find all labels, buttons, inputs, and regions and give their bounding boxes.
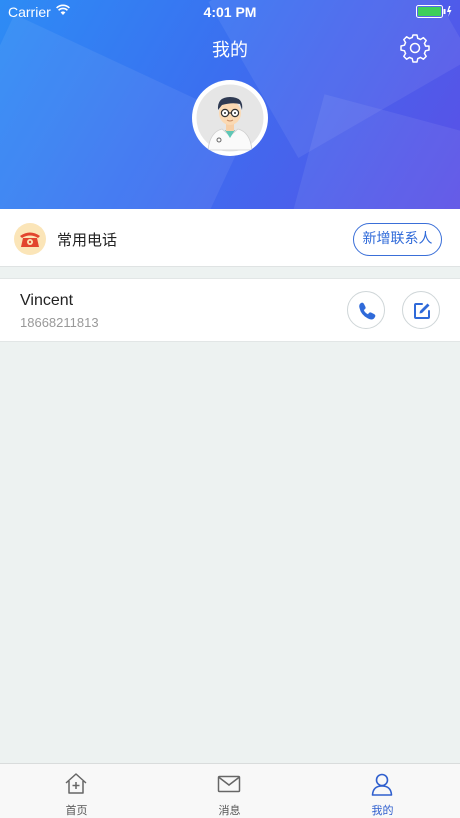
tab-messages[interactable]: 消息 (153, 764, 306, 818)
battery-icon (416, 5, 452, 18)
profile-header: Carrier 4:01 PM 我的 (0, 0, 460, 209)
status-time: 4:01 PM (203, 4, 257, 20)
phone-call-icon (359, 302, 376, 320)
home-plus-icon (65, 773, 87, 794)
doctor-avatar-illustration (193, 81, 267, 155)
user-icon (371, 773, 393, 796)
bottom-tab-bar: 首页 消息 我的 (0, 763, 460, 818)
contact-item[interactable]: Vincent 18668211813 (0, 278, 460, 342)
tab-home[interactable]: 首页 (0, 764, 153, 818)
page-title: 我的 (212, 40, 248, 61)
common-phone-section: 常用电话 新增联系人 (0, 209, 460, 267)
mail-icon (217, 775, 241, 793)
tab-mine[interactable]: 我的 (306, 764, 459, 818)
tab-messages-label: 消息 (218, 804, 241, 817)
common-phone-label: 常用电话 (57, 231, 118, 249)
call-button[interactable] (347, 291, 385, 329)
edit-button[interactable] (402, 291, 440, 329)
status-bar: Carrier 4:01 PM (0, 0, 460, 24)
settings-gear-icon[interactable] (400, 33, 430, 63)
telephone-badge (14, 223, 46, 255)
add-contact-button[interactable]: 新增联系人 (353, 223, 442, 256)
edit-icon (414, 303, 430, 319)
tab-mine-label: 我的 (371, 804, 394, 817)
tab-home-label: 首页 (65, 804, 88, 817)
doctor-avatar[interactable] (192, 80, 268, 156)
contact-name: Vincent (20, 292, 74, 309)
telephone-icon (20, 232, 40, 247)
contact-phone-number: 18668211813 (20, 315, 99, 330)
